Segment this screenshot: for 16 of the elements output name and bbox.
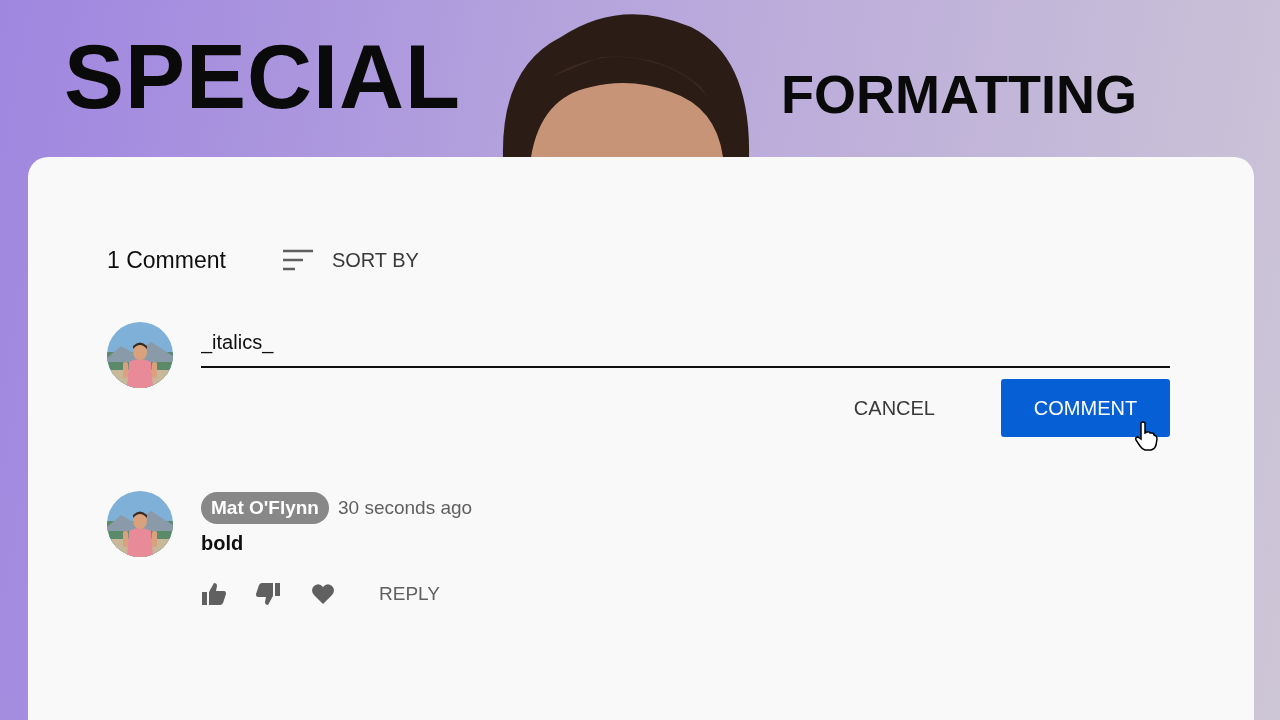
sort-button[interactable]: SORT BY bbox=[281, 248, 419, 272]
reply-button[interactable]: REPLY bbox=[379, 583, 440, 605]
headline-text: SPECIAL bbox=[64, 26, 462, 129]
comment-button[interactable]: COMMENT bbox=[1001, 379, 1170, 437]
hand-cursor-icon bbox=[1134, 421, 1158, 451]
headline-text: FORMATTING bbox=[781, 63, 1137, 125]
cancel-button[interactable]: CANCEL bbox=[827, 379, 961, 437]
comment-input[interactable]: _italics_ bbox=[201, 325, 1170, 368]
thumbs-up-icon[interactable] bbox=[201, 582, 227, 606]
thumbs-down-icon[interactable] bbox=[255, 582, 281, 606]
comment-count: 1 Comment bbox=[107, 246, 226, 274]
comment-time[interactable]: 30 seconds ago bbox=[337, 497, 473, 519]
author-name[interactable]: Mat O'Flynn bbox=[201, 492, 329, 524]
sort-icon bbox=[281, 249, 314, 271]
heart-icon[interactable] bbox=[311, 583, 335, 605]
comment-text: bold bbox=[201, 532, 245, 555]
